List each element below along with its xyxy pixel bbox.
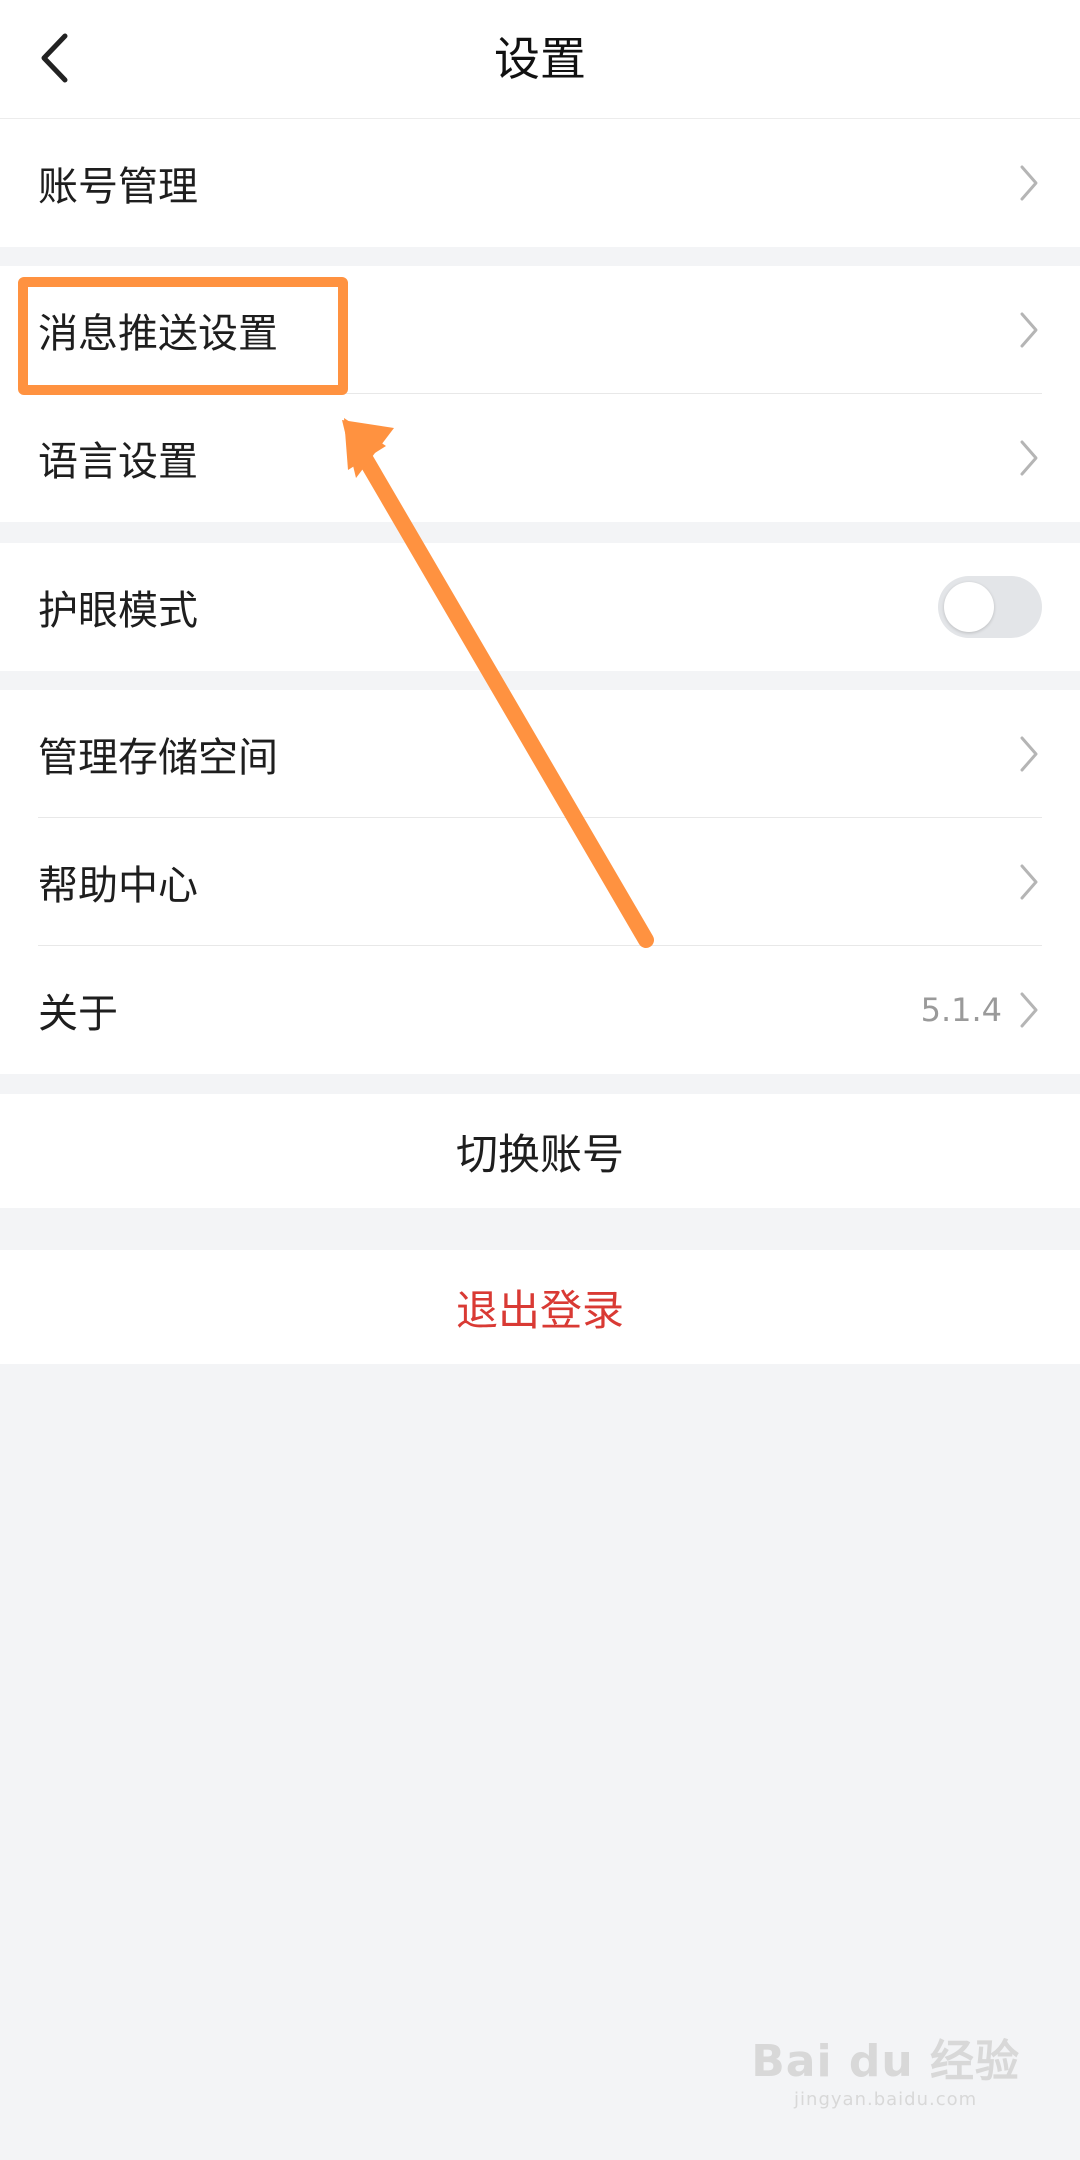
display-group: 护眼模式	[0, 543, 1080, 671]
chevron-right-icon	[1016, 860, 1042, 904]
item-label: 关于	[38, 991, 118, 1037]
item-label: 护眼模式	[38, 588, 198, 634]
notification-group: 消息推送设置 语言设置	[0, 266, 1080, 522]
eye-care-mode-item: 护眼模式	[0, 543, 1080, 671]
watermark: Bai du 经验 jingyan.baidu.com	[751, 2025, 1020, 2110]
account-group: 账号管理	[0, 119, 1080, 247]
chevron-right-icon	[1016, 732, 1042, 776]
language-settings-item[interactable]: 语言设置	[0, 394, 1080, 522]
general-group: 管理存储空间 帮助中心 关于 5.1.4	[0, 690, 1080, 1074]
logout-button[interactable]: 退出登录	[0, 1250, 1080, 1364]
toggle-knob	[944, 582, 994, 632]
chevron-right-icon	[1016, 988, 1042, 1032]
top-bar: 设置	[0, 0, 1080, 119]
help-center-item[interactable]: 帮助中心	[0, 818, 1080, 946]
item-label: 账号管理	[38, 164, 198, 210]
item-label: 消息推送设置	[38, 311, 278, 357]
watermark-logo: Bai du 经验	[751, 2036, 1020, 2087]
account-management-item[interactable]: 账号管理	[0, 119, 1080, 247]
version-value: 5.1.4	[920, 991, 1002, 1029]
switch-account-button[interactable]: 切换账号	[0, 1094, 1080, 1208]
chevron-right-icon	[1016, 308, 1042, 352]
chevron-right-icon	[1016, 161, 1042, 205]
item-label: 语言设置	[38, 439, 198, 485]
chevron-right-icon	[1016, 436, 1042, 480]
item-label: 管理存储空间	[38, 735, 278, 781]
item-label: 帮助中心	[38, 863, 198, 909]
eye-care-toggle[interactable]	[938, 576, 1042, 638]
watermark-url: jingyan.baidu.com	[794, 2089, 978, 2110]
page-title: 设置	[494, 32, 586, 86]
storage-management-item[interactable]: 管理存储空间	[0, 690, 1080, 818]
push-settings-item[interactable]: 消息推送设置	[0, 266, 1080, 394]
about-item[interactable]: 关于 5.1.4	[0, 946, 1080, 1074]
